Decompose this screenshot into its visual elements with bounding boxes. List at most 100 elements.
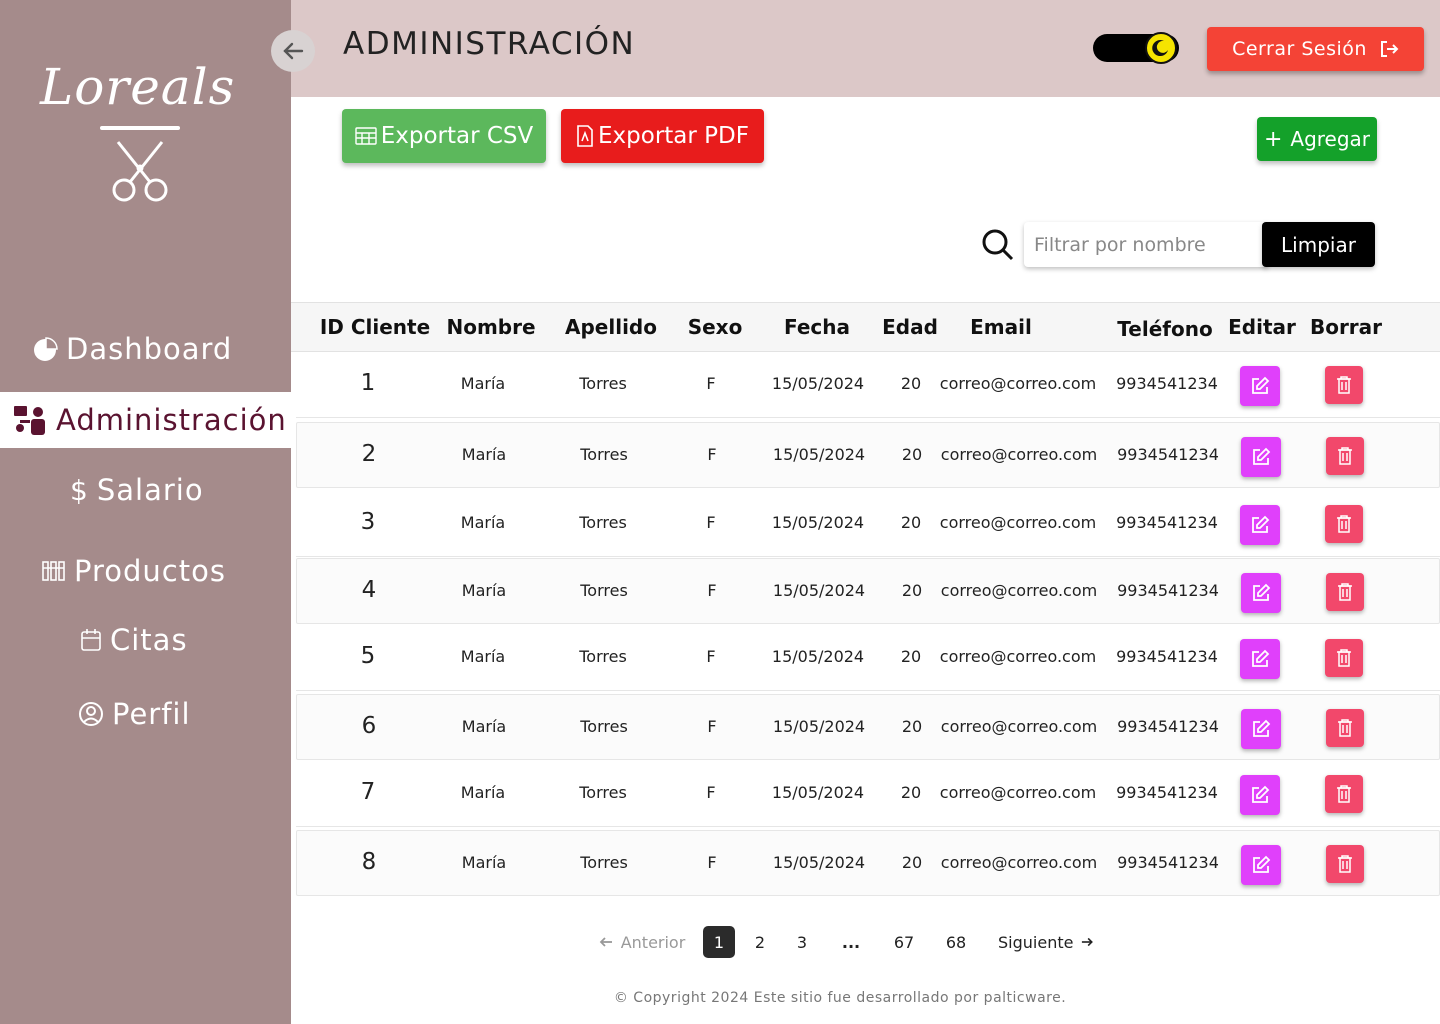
brand-logo-text: Loreals bbox=[40, 58, 236, 116]
page-68[interactable]: 68 bbox=[940, 926, 972, 958]
cell-nombre: María bbox=[461, 717, 507, 736]
pie-chart-icon bbox=[32, 336, 58, 362]
cell-id: 1 bbox=[360, 370, 376, 396]
edit-button[interactable] bbox=[1241, 709, 1281, 749]
prev-page-label: Anterior bbox=[620, 932, 686, 952]
edit-button[interactable] bbox=[1241, 845, 1281, 885]
column-header-fecha: Fecha bbox=[783, 315, 851, 339]
cell-email: correo@correo.com bbox=[940, 717, 1098, 736]
delete-button[interactable] bbox=[1325, 639, 1363, 677]
cell-email: correo@correo.com bbox=[939, 513, 1097, 532]
cell-telefono: 9934541234 bbox=[1117, 853, 1219, 872]
cell-fecha: 15/05/2024 bbox=[771, 513, 865, 532]
prev-page-button[interactable]: Anterior bbox=[598, 926, 686, 958]
page-67[interactable]: 67 bbox=[888, 926, 920, 958]
moon-icon bbox=[1145, 32, 1177, 64]
cell-email: correo@correo.com bbox=[940, 581, 1098, 600]
page-3[interactable]: 3 bbox=[788, 926, 816, 958]
cell-fecha: 15/05/2024 bbox=[771, 647, 865, 666]
table-row: 7 María Torres F 15/05/2024 20 correo@correo.c… bbox=[296, 761, 1440, 827]
delete-button[interactable] bbox=[1326, 845, 1364, 883]
export-pdf-button[interactable]: Exportar PDF bbox=[561, 109, 764, 163]
column-header-editar: Editar bbox=[1228, 315, 1296, 339]
table-row: 3 María Torres F 15/05/2024 20 correo@correo.c… bbox=[296, 491, 1440, 557]
cell-sexo: F bbox=[707, 445, 717, 464]
logout-button[interactable]: Cerrar Sesión bbox=[1207, 27, 1424, 71]
edit-button[interactable] bbox=[1240, 775, 1280, 815]
cell-apellido: Torres bbox=[579, 513, 627, 532]
cell-sexo: F bbox=[707, 853, 717, 872]
search-icon bbox=[982, 229, 1014, 261]
delete-button[interactable] bbox=[1325, 775, 1363, 813]
cell-email: correo@correo.com bbox=[939, 783, 1097, 802]
cell-sexo: F bbox=[706, 513, 716, 532]
trash-icon bbox=[1337, 515, 1351, 533]
cell-nombre: María bbox=[460, 783, 506, 802]
back-button[interactable] bbox=[271, 30, 315, 72]
sidebar-item-productos[interactable]: Productos bbox=[0, 543, 291, 599]
table-header: ID Cliente Nombre Apellido Sexo Fecha Ed… bbox=[291, 302, 1440, 352]
edit-button[interactable] bbox=[1241, 573, 1281, 613]
dollar-icon: $ bbox=[70, 473, 89, 507]
cell-apellido: Torres bbox=[579, 647, 627, 666]
cell-id: 4 bbox=[361, 577, 377, 603]
sidebar-item-perfil[interactable]: Perfil bbox=[0, 686, 291, 742]
sidebar-item-label: Salario bbox=[96, 473, 204, 507]
next-page-label: Siguiente bbox=[998, 932, 1074, 952]
edit-button[interactable] bbox=[1240, 639, 1280, 679]
calendar-icon bbox=[80, 628, 102, 652]
table-row: 5 María Torres F 15/05/2024 20 correo@correo.c… bbox=[296, 625, 1440, 691]
cell-nombre: María bbox=[460, 513, 506, 532]
logout-label: Cerrar Sesión bbox=[1232, 38, 1367, 60]
sidebar: Loreals Dashboard Administración $ Salar… bbox=[0, 0, 291, 1024]
trash-icon bbox=[1337, 785, 1351, 803]
cell-email: correo@correo.com bbox=[939, 374, 1097, 393]
sidebar-item-citas[interactable]: Citas bbox=[0, 612, 291, 668]
export-pdf-label: Exportar PDF bbox=[598, 123, 749, 149]
page-2[interactable]: 2 bbox=[746, 926, 774, 958]
edit-button[interactable] bbox=[1240, 505, 1280, 545]
page-title: ADMINISTRACIÓN bbox=[343, 26, 636, 62]
column-header-sexo: Sexo bbox=[687, 315, 743, 339]
sidebar-item-salario[interactable]: $ Salario bbox=[0, 462, 291, 518]
cell-nombre: María bbox=[461, 581, 507, 600]
delete-button[interactable] bbox=[1325, 505, 1363, 543]
column-header-telefono: Teléfono bbox=[1117, 317, 1213, 341]
cell-nombre: María bbox=[461, 853, 507, 872]
sidebar-item-administracion[interactable]: Administración bbox=[0, 392, 291, 448]
edit-button[interactable] bbox=[1241, 437, 1281, 477]
add-button[interactable]: + Agregar bbox=[1257, 117, 1377, 161]
table-row: 2 María Torres F 15/05/2024 20 correo@correo.c… bbox=[296, 422, 1440, 488]
edit-button[interactable] bbox=[1240, 366, 1280, 406]
cell-apellido: Torres bbox=[580, 717, 628, 736]
cell-nombre: María bbox=[460, 374, 506, 393]
delete-button[interactable] bbox=[1326, 437, 1364, 475]
page-1[interactable]: 1 bbox=[703, 926, 735, 958]
edit-icon bbox=[1253, 447, 1271, 465]
cell-telefono: 9934541234 bbox=[1116, 647, 1218, 666]
edit-icon bbox=[1253, 583, 1271, 601]
delete-button[interactable] bbox=[1326, 709, 1364, 747]
delete-button[interactable] bbox=[1325, 366, 1363, 404]
cell-sexo: F bbox=[706, 374, 716, 393]
spreadsheet-icon bbox=[355, 127, 377, 145]
add-label: Agregar bbox=[1290, 127, 1371, 151]
export-csv-button[interactable]: Exportar CSV bbox=[342, 109, 546, 163]
clear-filter-button[interactable]: Limpiar bbox=[1262, 222, 1375, 267]
clear-label: Limpiar bbox=[1281, 232, 1356, 257]
page-ellipsis: ... bbox=[841, 932, 861, 952]
table-row: 1 María Torres F 15/05/2024 20 correo@correo.c… bbox=[296, 352, 1440, 418]
cell-edad: 20 bbox=[900, 374, 922, 393]
cell-apellido: Torres bbox=[579, 374, 627, 393]
delete-button[interactable] bbox=[1326, 573, 1364, 611]
trash-icon bbox=[1337, 649, 1351, 667]
sidebar-item-label: Dashboard bbox=[66, 332, 233, 366]
search-input[interactable] bbox=[1024, 222, 1268, 267]
next-page-button[interactable]: Siguiente bbox=[998, 926, 1094, 958]
theme-toggle[interactable] bbox=[1093, 32, 1179, 64]
cell-email: correo@correo.com bbox=[939, 647, 1097, 666]
user-circle-icon bbox=[78, 701, 104, 727]
sidebar-item-dashboard[interactable]: Dashboard bbox=[0, 321, 291, 377]
cell-telefono: 9934541234 bbox=[1116, 374, 1218, 393]
table-row: 6 María Torres F 15/05/2024 20 correo@correo.c… bbox=[296, 694, 1440, 760]
